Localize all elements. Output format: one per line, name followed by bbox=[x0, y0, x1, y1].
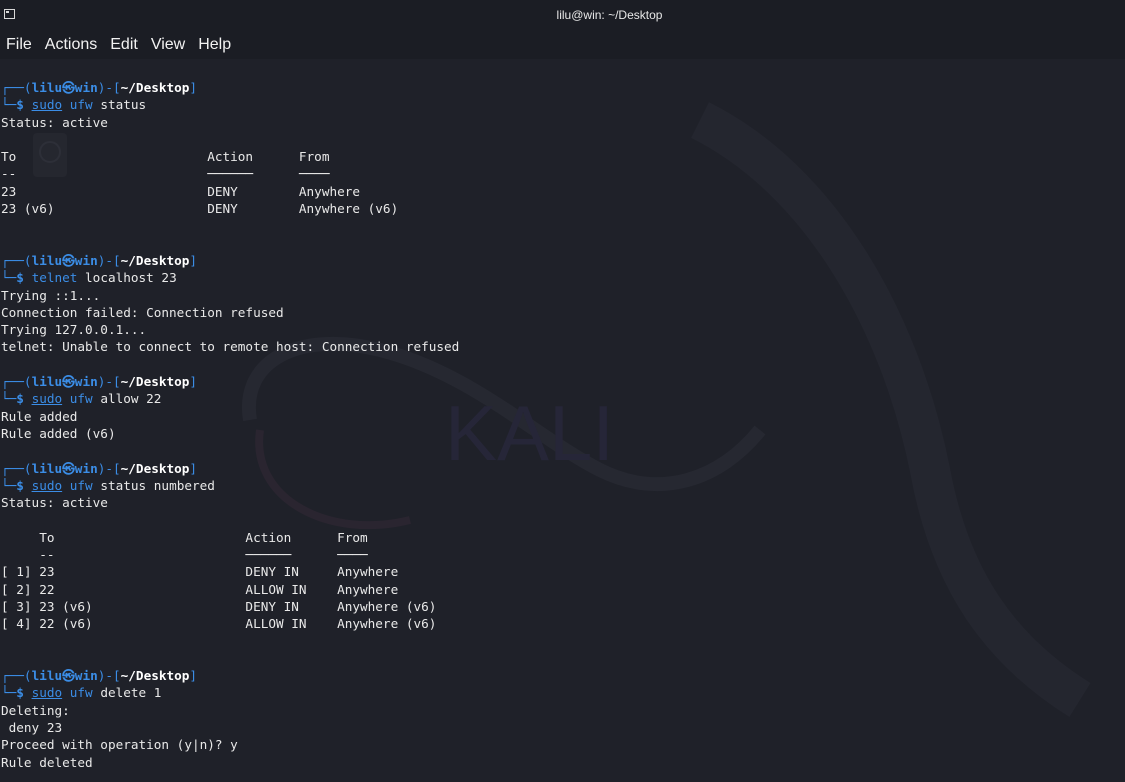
menu-bar: File Actions Edit View Help bbox=[0, 31, 1125, 59]
menu-view[interactable]: View bbox=[145, 36, 192, 54]
title-bar: lilu@win: ~/Desktop bbox=[0, 0, 1125, 31]
command-name: ufw bbox=[69, 97, 93, 113]
output-line: Connection failed: Connection refused bbox=[1, 304, 284, 320]
window-title: lilu@win: ~/Desktop bbox=[556, 8, 663, 22]
command-args: status numbered bbox=[92, 477, 215, 493]
prompt-dollar: $ bbox=[16, 270, 32, 286]
prompt-frame: ] bbox=[189, 668, 198, 684]
command-args: localhost 23 bbox=[77, 270, 177, 286]
prompt-frame: ┌──( bbox=[1, 668, 32, 684]
prompt-frame: )-[ bbox=[97, 374, 121, 390]
prompt-directory: ~/Desktop bbox=[120, 252, 190, 268]
output-line: Status: active bbox=[1, 114, 108, 130]
prompt-directory: ~/Desktop bbox=[120, 668, 190, 684]
menu-edit[interactable]: Edit bbox=[104, 36, 145, 54]
command-name: ufw bbox=[69, 391, 93, 407]
command-name: ufw bbox=[69, 477, 93, 493]
prompt-line: ┌──(lilu㉿win)-[~/Desktop] bbox=[1, 460, 1121, 477]
prompt-user-host: lilu㉿win bbox=[31, 460, 98, 476]
command-line: └─$ sudo ufw status numbered bbox=[1, 477, 1121, 494]
prompt-frame: )-[ bbox=[97, 668, 121, 684]
output-line: Rule added (v6) bbox=[1, 425, 116, 441]
prompt-frame: ┌──( bbox=[1, 80, 32, 95]
menu-file[interactable]: File bbox=[0, 36, 39, 54]
prompt-directory: ~/Desktop bbox=[120, 80, 190, 95]
prompt-user-host: lilu㉿win bbox=[31, 668, 98, 684]
command-name: telnet bbox=[31, 270, 78, 286]
menu-actions[interactable]: Actions bbox=[39, 36, 104, 54]
prompt-line: ┌──(lilu㉿win)-[~/Desktop] bbox=[1, 667, 1121, 684]
output-line: Trying 127.0.0.1... bbox=[1, 322, 147, 338]
prompt-frame: ] bbox=[189, 80, 198, 95]
output-line: [ 3] 23 (v6) DENY IN Anywhere (v6) bbox=[1, 598, 437, 614]
prompt-dollar: $ bbox=[16, 391, 32, 407]
output-line: deny 23 bbox=[1, 719, 63, 735]
command-sudo: sudo bbox=[31, 477, 63, 493]
prompt-frame: └─ bbox=[1, 270, 17, 286]
prompt-frame: ┌──( bbox=[1, 252, 32, 268]
prompt-frame: ┌──( bbox=[1, 374, 32, 390]
output-line: To Action From bbox=[1, 529, 368, 545]
prompt-frame: )-[ bbox=[97, 80, 121, 95]
prompt-dollar: $ bbox=[16, 477, 32, 493]
command-line: └─$ telnet localhost 23 bbox=[1, 269, 1121, 286]
output-line: Rule deleted bbox=[1, 754, 93, 770]
prompt-frame: └─ bbox=[1, 391, 17, 407]
prompt-frame: ] bbox=[189, 252, 198, 268]
terminal-output[interactable]: ┌──(lilu㉿win)-[~/Desktop] └─$ sudo ufw st… bbox=[1, 79, 1121, 771]
prompt-directory: ~/Desktop bbox=[120, 460, 190, 476]
output-line: -- ────── ──── bbox=[1, 547, 368, 563]
prompt-user-host: lilu㉿win bbox=[31, 374, 98, 390]
output-line: [ 2] 22 ALLOW IN Anywhere bbox=[1, 581, 399, 597]
output-line: Deleting: bbox=[1, 702, 70, 718]
prompt-line: ┌──(lilu㉿win)-[~/Desktop] bbox=[1, 373, 1121, 390]
command-sudo: sudo bbox=[31, 97, 63, 113]
command-sudo: sudo bbox=[31, 391, 63, 407]
command-args: status bbox=[92, 97, 147, 113]
output-line: 23 (v6) DENY Anywhere (v6) bbox=[1, 201, 399, 217]
prompt-frame: ] bbox=[189, 374, 198, 390]
command-line: └─$ sudo ufw status bbox=[1, 96, 1121, 113]
output-line: Status: active bbox=[1, 495, 108, 511]
prompt-frame: )-[ bbox=[97, 460, 121, 476]
output-line: Trying ::1... bbox=[1, 287, 101, 303]
command-args: delete 1 bbox=[92, 685, 162, 701]
output-line: 23 DENY Anywhere bbox=[1, 183, 361, 199]
prompt-dollar: $ bbox=[16, 97, 32, 113]
command-line: └─$ sudo ufw allow 22 bbox=[1, 390, 1121, 407]
prompt-frame: )-[ bbox=[97, 252, 121, 268]
prompt-dollar: $ bbox=[16, 685, 32, 701]
prompt-user-host: lilu㉿win bbox=[31, 80, 98, 95]
prompt-user-host: lilu㉿win bbox=[31, 252, 98, 268]
prompt-frame: └─ bbox=[1, 97, 17, 113]
prompt-frame: ┌──( bbox=[1, 460, 32, 476]
prompt-frame: ] bbox=[189, 460, 198, 476]
output-line: [ 4] 22 (v6) ALLOW IN Anywhere (v6) bbox=[1, 616, 437, 632]
menu-help[interactable]: Help bbox=[192, 36, 238, 54]
command-sudo: sudo bbox=[31, 685, 63, 701]
output-line: Proceed with operation (y|n)? y bbox=[1, 737, 238, 753]
output-line: telnet: Unable to connect to remote host… bbox=[1, 339, 460, 355]
output-line: To Action From bbox=[1, 149, 330, 165]
prompt-directory: ~/Desktop bbox=[120, 374, 190, 390]
prompt-frame: └─ bbox=[1, 477, 17, 493]
command-name: ufw bbox=[69, 685, 93, 701]
output-line: -- ────── ──── bbox=[1, 166, 330, 182]
prompt-line: ┌──(lilu㉿win)-[~/Desktop] bbox=[1, 79, 1121, 96]
command-args: allow 22 bbox=[92, 391, 162, 407]
output-line: [ 1] 23 DENY IN Anywhere bbox=[1, 564, 399, 580]
output-line: Rule added bbox=[1, 408, 78, 424]
terminal-window: KALI lilu@win: ~/Desktop File Actions Ed… bbox=[0, 0, 1125, 782]
command-line: └─$ sudo ufw delete 1 bbox=[1, 684, 1121, 701]
prompt-line: ┌──(lilu㉿win)-[~/Desktop] bbox=[1, 252, 1121, 269]
prompt-frame: └─ bbox=[1, 685, 17, 701]
